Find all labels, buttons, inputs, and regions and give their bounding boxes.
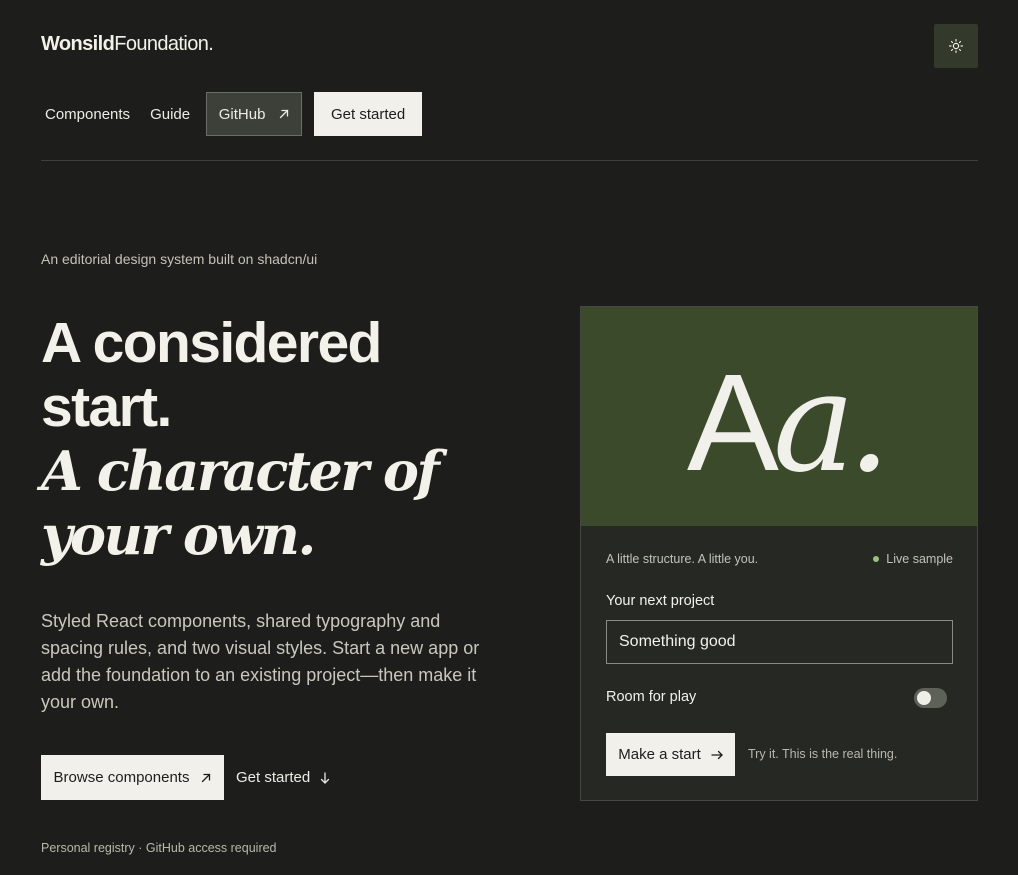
- make-a-start-button[interactable]: Make a start: [606, 733, 735, 776]
- project-field-label: Your next project: [606, 593, 715, 609]
- type-specimen: Aa.: [581, 307, 977, 526]
- headline-italic-1: A character of: [41, 439, 440, 503]
- hero-cta-row: Browse components Get started: [41, 755, 330, 800]
- make-a-start-label: Make a start: [618, 746, 701, 763]
- live-label: Live sample: [886, 552, 953, 566]
- card-meta: A little structure. A little you. Live s…: [606, 552, 953, 566]
- browse-components-label: Browse components: [53, 769, 190, 786]
- specimen-upright: A: [686, 345, 779, 500]
- primary-nav: Components Guide GitHub Get started: [41, 92, 423, 136]
- live-dot-icon: [873, 556, 880, 562]
- specimen-italic: a.: [772, 341, 891, 503]
- headline-line-2: start.: [41, 375, 172, 439]
- arrow-up-right-icon: [201, 773, 211, 783]
- room-for-play-toggle[interactable]: [914, 688, 947, 708]
- hero-footnote: Personal registry · GitHub access requir…: [41, 841, 277, 855]
- sun-icon: [949, 39, 963, 53]
- get-started-button[interactable]: Get started: [314, 92, 423, 136]
- page: WonsildFoundation. Components Guide GitH…: [0, 0, 1018, 875]
- live-indicator: Live sample: [873, 552, 953, 566]
- live-sample-card: Aa. A little structure. A little you. Li…: [580, 306, 978, 801]
- try-it-hint: Try it. This is the real thing.: [748, 747, 898, 761]
- github-label: GitHub: [218, 105, 266, 123]
- hero-eyebrow: An editorial design system built on shad…: [41, 251, 318, 267]
- headline-italic-2: your own.: [41, 503, 316, 567]
- hero-lead: Styled React components, shared typograp…: [41, 611, 480, 712]
- brand-logo[interactable]: WonsildFoundation.: [41, 33, 214, 56]
- specimen-glyphs: Aa.: [687, 353, 891, 492]
- arrow-right-icon: [711, 750, 723, 760]
- project-input[interactable]: [606, 620, 953, 664]
- hero-headline: A considered start. A character of your …: [41, 311, 541, 567]
- arrow-up-right-icon: [279, 109, 289, 119]
- github-button[interactable]: GitHub: [206, 92, 303, 136]
- room-for-play-label: Room for play: [606, 689, 697, 705]
- theme-toggle-button[interactable]: [934, 24, 978, 68]
- brand-name-regular: Foundation.: [114, 33, 214, 55]
- browse-components-button[interactable]: Browse components: [41, 755, 224, 800]
- card-tagline: A little structure. A little you.: [606, 552, 759, 566]
- arrow-down-icon: [320, 771, 330, 784]
- nav-link-guide[interactable]: Guide: [150, 106, 190, 123]
- brand-name-bold: Wonsild: [41, 33, 115, 55]
- nav-link-components[interactable]: Components: [45, 106, 130, 123]
- get-started-link[interactable]: Get started: [236, 769, 330, 786]
- header-divider: [41, 160, 978, 161]
- headline-line-1: A considered: [41, 311, 382, 375]
- get-started-link-label: Get started: [236, 769, 311, 786]
- toggle-knob: [917, 691, 931, 705]
